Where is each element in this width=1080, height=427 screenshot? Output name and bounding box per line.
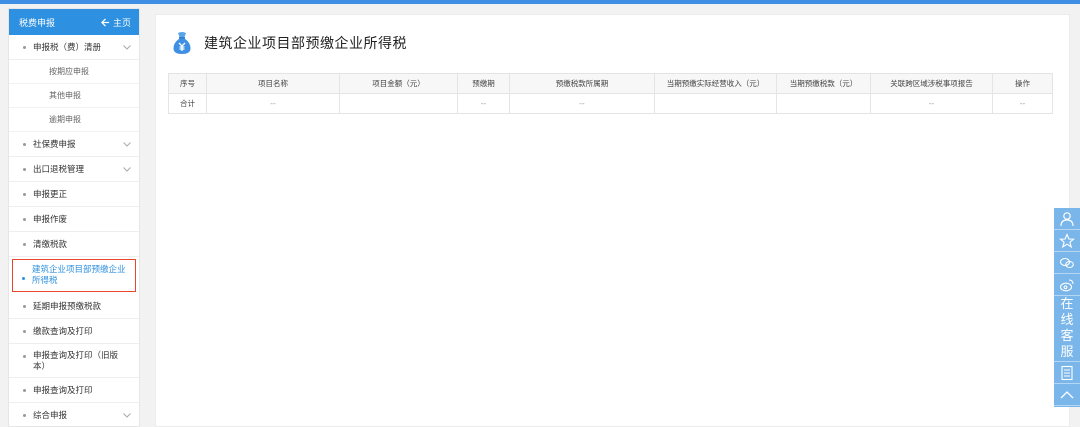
chevron-down-icon: [123, 166, 131, 172]
title-row: 建筑企业项目部预缴企业所得税: [172, 31, 407, 55]
table-cell: --: [457, 93, 510, 114]
sidebar-title: 税费申报: [19, 18, 56, 29]
table-cell: --: [206, 93, 340, 114]
sidebar-item-social-insurance[interactable]: 社保费申报: [9, 132, 139, 157]
star-icon: [1059, 232, 1075, 248]
floating-toolbar: 在 线 客 服: [1054, 208, 1080, 407]
sidebar-item-label: 申报查询及打印: [33, 386, 93, 396]
sidebar-item-label: 清缴税款: [33, 240, 68, 250]
wechat-icon: [1059, 257, 1074, 268]
notes-button[interactable]: [1054, 362, 1080, 384]
sidebar-item-export-refund[interactable]: 出口退税管理: [9, 157, 139, 182]
money-bag-icon: [173, 32, 191, 54]
sidebar-item-label: 建筑企业项目部预缴企业所得税: [32, 265, 126, 286]
sidebar-item-label: 社保费申报: [33, 140, 76, 150]
sidebar-item-declaration-list[interactable]: 申报税（费）清册: [9, 35, 139, 60]
top-accent-bar: [0, 0, 1080, 4]
home-label: 主页: [112, 18, 131, 29]
sidebar-item-correction[interactable]: 申报更正: [9, 182, 139, 207]
bullet-icon: [23, 355, 26, 358]
bullet-icon: [23, 329, 26, 333]
user-icon: [1060, 211, 1074, 226]
sidebar-item-label: 申报税（费）清册: [33, 43, 102, 53]
bullet-icon: [23, 304, 26, 308]
table-cell: 合计: [168, 93, 207, 114]
sidebar-item-query-print[interactable]: 申报查询及打印: [9, 378, 139, 403]
col-header: 当期预缴税款（元）: [776, 73, 871, 94]
table-cell: [776, 93, 871, 114]
table-cell: [654, 93, 777, 114]
chevron-up-icon: [1060, 390, 1074, 398]
col-header: 项目名称: [206, 73, 340, 94]
chat-char: 客: [1060, 328, 1074, 344]
bullet-icon: [23, 142, 26, 146]
chevron-down-icon: [123, 44, 131, 50]
wechat-button[interactable]: [1054, 252, 1080, 274]
table-cell: [339, 93, 458, 114]
col-header: 操作: [992, 73, 1053, 94]
col-header: 预缴税款所属期: [509, 73, 655, 94]
table-cell: --: [870, 93, 993, 114]
sidebar-item-label: 综合申报: [33, 411, 68, 421]
col-header: 当期预缴实际经营收入（元）: [654, 73, 777, 94]
table-cell: --: [509, 93, 655, 114]
chat-char: 在: [1060, 296, 1074, 312]
sidebar-item-label: 出口退税管理: [33, 165, 85, 175]
col-header: 预缴期: [457, 73, 510, 94]
home-link[interactable]: 主页: [100, 16, 131, 29]
bullet-icon: [23, 167, 26, 171]
weibo-button[interactable]: [1054, 274, 1080, 296]
table-row: 合计 -- -- -- -- --: [168, 93, 1053, 114]
sidebar-item-label: 申报更正: [33, 190, 68, 200]
sidebar-item-deferred[interactable]: 延期申报预缴税款: [9, 294, 139, 319]
online-service-button[interactable]: 在 线 客 服: [1054, 296, 1080, 362]
bullet-icon: [23, 45, 26, 49]
bullet-icon: [23, 388, 26, 392]
sidebar-item-payment-query[interactable]: 缴款查询及打印: [9, 319, 139, 344]
chevron-down-icon: [123, 412, 131, 418]
weibo-icon: [1059, 278, 1074, 291]
prepay-table: 序号 项目名称 项目金额（元） 预缴期 预缴税款所属期 当期预缴实际经营收入（元…: [168, 73, 1053, 114]
chat-char: 服: [1060, 344, 1074, 360]
bullet-icon: [23, 242, 26, 246]
table-header-row: 序号 项目名称 项目金额（元） 预缴期 预缴税款所属期 当期预缴实际经营收入（元…: [168, 73, 1053, 94]
bullet-icon: [23, 413, 26, 417]
table-cell: --: [992, 93, 1053, 114]
sidebar-item-comprehensive[interactable]: 综合申报: [9, 403, 139, 426]
sidebar-item-label: 申报查询及打印（旧版本）: [33, 351, 119, 372]
col-header: 关联跨区域涉税事项报告: [870, 73, 993, 94]
sidebar-subitem-overdue[interactable]: 逾期申报: [9, 108, 139, 132]
bullet-icon: [23, 192, 26, 196]
back-to-top-button[interactable]: [1054, 384, 1080, 406]
sidebar-header: 税费申报 主页: [9, 9, 139, 35]
page-title: 建筑企业项目部预缴企业所得税: [204, 36, 407, 52]
sidebar-item-label: 缴款查询及打印: [33, 327, 93, 337]
chevron-down-icon: [123, 141, 131, 147]
sidebar-nav: 税费申报 主页 申报税（费）清册 按期应申报 其他申报 逾期申报 社保费申报 出…: [8, 8, 140, 427]
document-icon: [1061, 365, 1073, 380]
col-header: 序号: [168, 73, 207, 94]
bullet-icon: [23, 217, 26, 221]
sidebar-subitem-other[interactable]: 其他申报: [9, 84, 139, 108]
bullet-icon: [22, 276, 25, 280]
sidebar-subitem-periodic[interactable]: 按期应申报: [9, 60, 139, 84]
back-arrow-icon: [100, 17, 110, 27]
sidebar-item-label: 申报作废: [33, 215, 68, 225]
user-button[interactable]: [1054, 208, 1080, 230]
sidebar-item-label: 延期申报预缴税款: [33, 302, 102, 312]
chat-char: 线: [1060, 312, 1074, 328]
col-header: 项目金额（元）: [339, 73, 458, 94]
sidebar-item-tax-clearance[interactable]: 清缴税款: [9, 232, 139, 257]
sidebar-item-query-old[interactable]: 申报查询及打印（旧版本）: [9, 344, 139, 378]
sidebar-item-void[interactable]: 申报作废: [9, 207, 139, 232]
main-panel: 建筑企业项目部预缴企业所得税 序号 项目名称 项目金额（元） 预缴期 预缴税款所…: [155, 14, 1070, 427]
sidebar-item-construction-prepay[interactable]: 建筑企业项目部预缴企业所得税: [12, 259, 136, 292]
favorite-button[interactable]: [1054, 230, 1080, 252]
